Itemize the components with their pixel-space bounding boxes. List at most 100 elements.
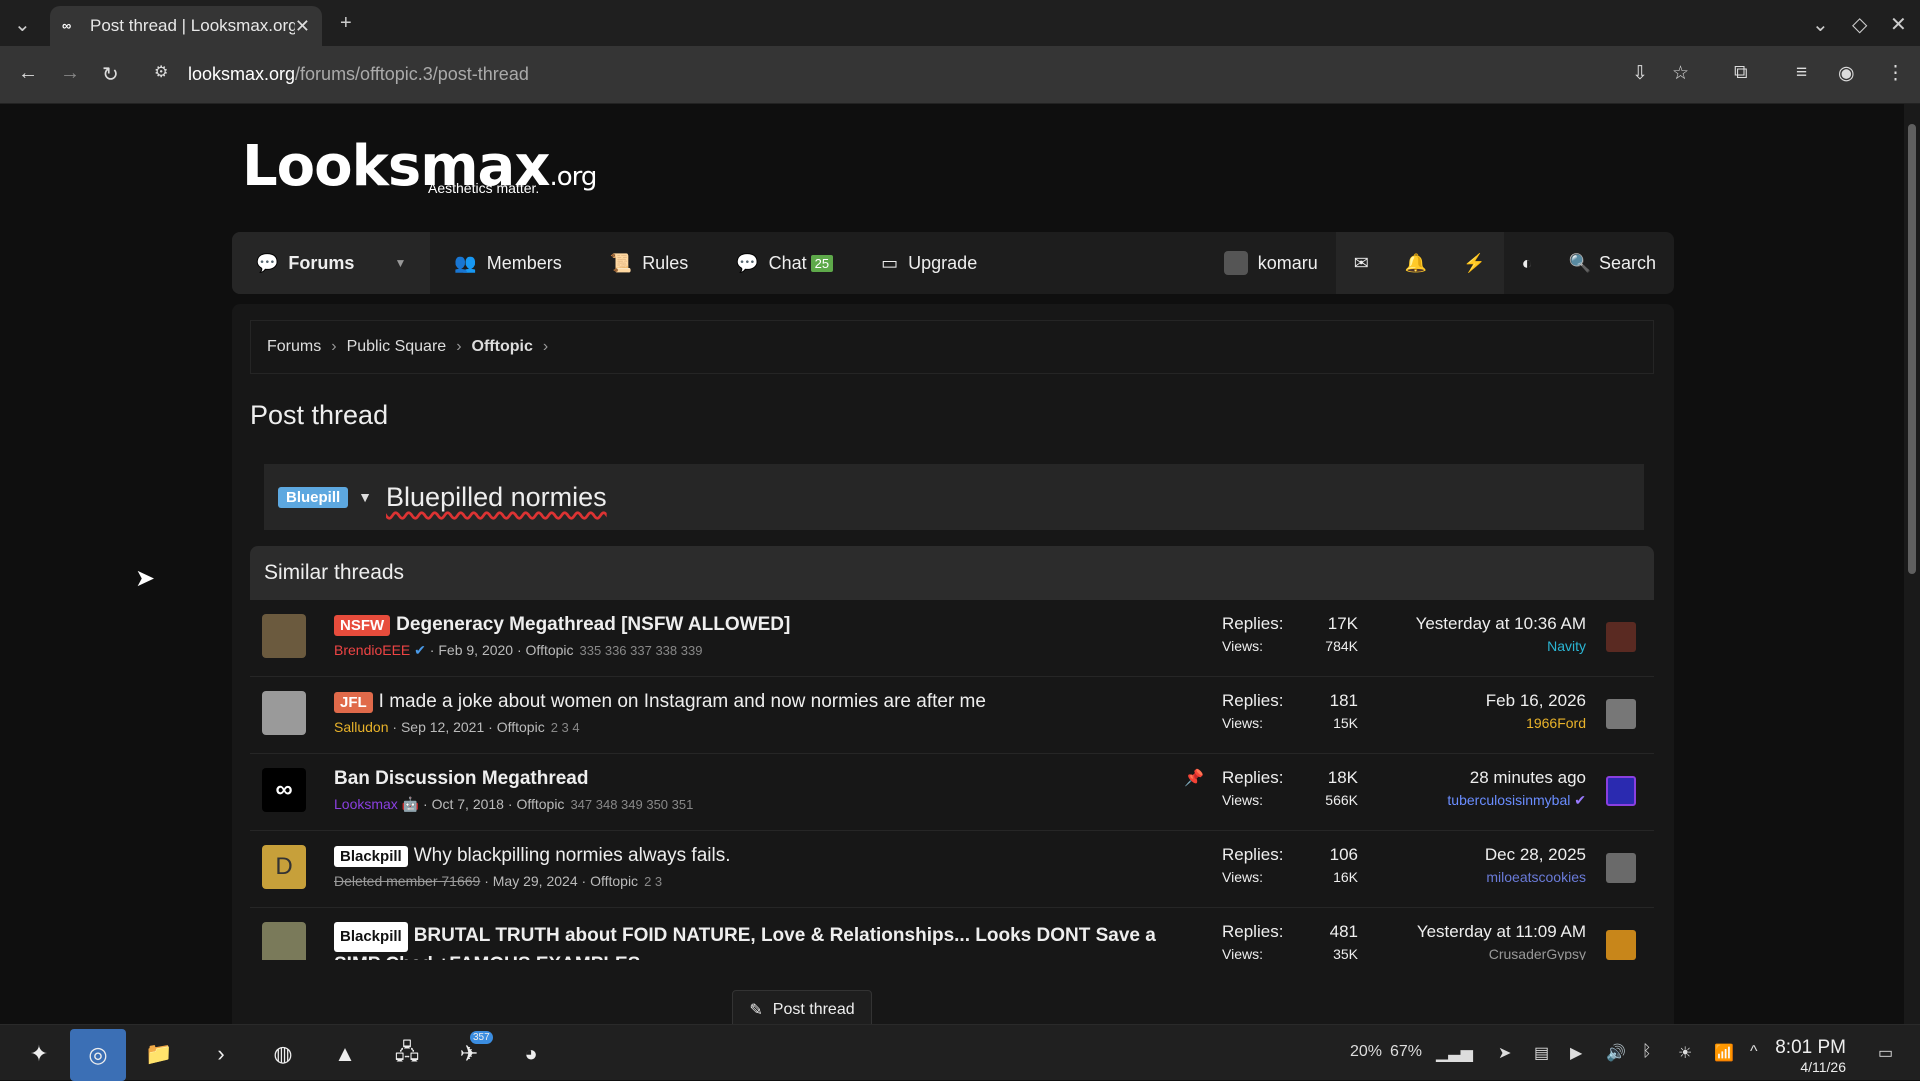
wifi-icon[interactable]: 📶 xyxy=(1714,1043,1734,1063)
page-scrollbar[interactable] xyxy=(1904,104,1920,1024)
clipboard-icon[interactable]: ▤ xyxy=(1534,1043,1549,1063)
breadcrumb-forums[interactable]: Forums xyxy=(267,338,321,356)
thread-title-input[interactable]: Bluepilled normies xyxy=(386,482,607,513)
thread-title[interactable]: Blackpill Why blackpilling normies always… xyxy=(334,845,730,867)
last-post[interactable]: Feb 16, 2026 1966Ford xyxy=(1486,691,1586,731)
thread-author[interactable]: Deleted member 71669 xyxy=(334,873,480,889)
avatar[interactable] xyxy=(1606,930,1636,960)
media-control-icon[interactable]: ≡ xyxy=(1796,62,1807,84)
bluetooth-icon[interactable]: ᛒ xyxy=(1642,1043,1652,1061)
media-play-icon[interactable]: ▶ xyxy=(1570,1043,1582,1063)
avatar[interactable] xyxy=(1606,776,1636,806)
avatar[interactable] xyxy=(262,691,306,735)
breadcrumb-public-square[interactable]: Public Square xyxy=(347,338,447,356)
brightness-icon[interactable]: ☀ xyxy=(1678,1043,1692,1063)
inbox-icon[interactable]: ✉ xyxy=(1335,232,1387,294)
close-tab-icon[interactable]: ✕ xyxy=(295,16,310,37)
new-tab-icon[interactable]: + xyxy=(340,12,352,35)
page-links[interactable]: 347 348 349 350 351 xyxy=(570,797,693,812)
thread-row[interactable]: JFL I made a joke about women on Instagra… xyxy=(250,677,1654,754)
avatar[interactable]: D xyxy=(262,845,306,889)
thread-row[interactable]: Blackpill BRUTAL TRUTH about FOID NATURE,… xyxy=(250,908,1654,960)
thread-title[interactable]: Blackpill BRUTAL TRUTH about FOID NATURE,… xyxy=(334,922,1194,960)
last-post-user[interactable]: 1966Ford xyxy=(1486,715,1586,731)
telegram-icon[interactable]: ✈ 357 xyxy=(452,1031,493,1071)
last-post-time[interactable]: Yesterday at 11:09 AM xyxy=(1417,922,1586,942)
avatar[interactable] xyxy=(262,614,306,658)
bookmark-star-icon[interactable]: ☆ xyxy=(1672,62,1689,85)
thread-title-field[interactable]: Bluepill ▼ Bluepilled normies xyxy=(264,464,1644,530)
notifications-bell-icon[interactable]: 🔔 xyxy=(1386,232,1446,294)
thread-forum[interactable]: Offtopic xyxy=(526,642,574,658)
page-links[interactable]: 335 336 337 338 339 xyxy=(580,643,703,658)
post-thread-button[interactable]: ✎ Post thread xyxy=(732,990,872,1024)
thread-forum[interactable]: Offtopic xyxy=(497,719,545,735)
looksmax-logo-icon[interactable]: ∞ xyxy=(262,768,306,812)
avatar[interactable] xyxy=(1606,622,1636,652)
thread-author[interactable]: Salludon xyxy=(334,719,389,735)
avatar[interactable] xyxy=(262,922,306,960)
last-post-time[interactable]: Dec 28, 2025 xyxy=(1485,845,1586,865)
thread-title[interactable]: NSFW Degeneracy Megathread [NSFW ALLOWED] xyxy=(334,614,790,636)
thread-row[interactable]: ∞ Ban Discussion Megathread 📌 Looksmax 🤖… xyxy=(250,754,1654,831)
breadcrumb-offtopic[interactable]: Offtopic xyxy=(472,338,533,355)
last-post[interactable]: Dec 28, 2025 miloeatscookies xyxy=(1485,845,1586,885)
last-post-time[interactable]: Feb 16, 2026 xyxy=(1486,691,1586,711)
app-icon[interactable]: ▲ xyxy=(328,1037,362,1071)
nav-rules[interactable]: 📜 Rules xyxy=(586,232,712,294)
prefix-select[interactable]: Bluepill xyxy=(278,486,349,508)
chrome-app-icon[interactable]: ◎ xyxy=(70,1029,126,1081)
tab-list-icon[interactable]: ⌄ xyxy=(14,12,31,37)
last-post-time[interactable]: 28 minutes ago xyxy=(1447,768,1586,788)
forward-icon[interactable]: → xyxy=(60,62,80,85)
file-manager-icon[interactable]: 📁 xyxy=(142,1037,176,1071)
send-icon[interactable]: ➤ xyxy=(1498,1043,1511,1063)
thread-author[interactable]: Looksmax xyxy=(334,796,398,812)
battery-indicator[interactable]: 67% xyxy=(1390,1043,1422,1061)
thread-row[interactable]: NSFW Degeneracy Megathread [NSFW ALLOWED]… xyxy=(250,600,1654,677)
profile-icon[interactable]: ◉ xyxy=(1838,62,1855,85)
menu-kebab-icon[interactable]: ⋮ xyxy=(1886,62,1905,85)
nav-search[interactable]: 🔍 Search xyxy=(1551,232,1674,294)
browser-tab[interactable]: ∞ Post thread | Looksmax.org ✕ xyxy=(50,6,322,46)
back-icon[interactable]: ← xyxy=(18,62,38,85)
avatar[interactable] xyxy=(1606,699,1636,729)
last-post[interactable]: Yesterday at 10:36 AM Navity xyxy=(1416,614,1586,654)
caret-down-icon[interactable]: ▼ xyxy=(358,489,372,505)
app-icon[interactable]: ◍ xyxy=(266,1037,300,1071)
last-post[interactable]: 28 minutes ago tuberculosisinmybal ✔ xyxy=(1447,768,1586,809)
close-window-icon[interactable]: ✕ xyxy=(1890,12,1907,37)
scrollbar-thumb[interactable] xyxy=(1908,124,1916,574)
thread-author[interactable]: BrendioEEE xyxy=(334,642,410,658)
thread-title[interactable]: Ban Discussion Megathread xyxy=(334,768,588,790)
clock[interactable]: 8:01 PM 4/11/26 xyxy=(1775,1037,1846,1075)
nav-user[interactable]: komaru xyxy=(1206,232,1336,294)
network-app-icon[interactable]: 🖧 xyxy=(390,1037,424,1071)
last-post[interactable]: Yesterday at 11:09 AM CrusaderGypsy xyxy=(1417,922,1586,960)
app-launcher-icon[interactable]: ✦ xyxy=(22,1037,56,1071)
terminal-icon[interactable]: › xyxy=(204,1037,238,1071)
chevron-down-icon[interactable]: ▼ xyxy=(394,256,406,270)
whats-new-bolt-icon[interactable]: ⚡ xyxy=(1445,232,1504,294)
nav-chat[interactable]: 💬 Chat 25 xyxy=(712,232,857,294)
volume-icon[interactable]: 🔊 xyxy=(1606,1043,1626,1063)
battery-indicator[interactable]: 20% xyxy=(1350,1043,1382,1061)
nav-forums[interactable]: 💬 Forums ▼ xyxy=(232,232,431,294)
nav-members[interactable]: 👥 Members xyxy=(430,232,585,294)
thread-forum[interactable]: Offtopic xyxy=(516,796,564,812)
chevron-up-icon[interactable]: ^ xyxy=(1750,1043,1758,1061)
thread-title[interactable]: JFL I made a joke about women on Instagra… xyxy=(334,691,986,713)
page-links[interactable]: 2 3 xyxy=(644,874,662,889)
last-post-user[interactable]: Navity xyxy=(1416,638,1586,654)
thread-forum[interactable]: Offtopic xyxy=(590,873,638,889)
install-icon[interactable]: ⇩ xyxy=(1632,62,1648,85)
last-post-user[interactable]: CrusaderGypsy xyxy=(1417,946,1586,960)
discord-icon[interactable]: ◕ xyxy=(514,1037,548,1071)
chevron-down-icon[interactable]: ⌄ xyxy=(1812,12,1829,37)
reload-icon[interactable]: ↻ xyxy=(102,62,119,87)
restore-window-icon[interactable]: ◇ xyxy=(1852,12,1867,37)
last-post-user[interactable]: tuberculosisinmybal ✔ xyxy=(1447,792,1586,809)
cpu-graph-icon[interactable]: ▁▃▅ xyxy=(1436,1043,1473,1063)
avatar[interactable] xyxy=(1606,853,1636,883)
site-logo[interactable]: Looksmax.org xyxy=(242,134,597,199)
